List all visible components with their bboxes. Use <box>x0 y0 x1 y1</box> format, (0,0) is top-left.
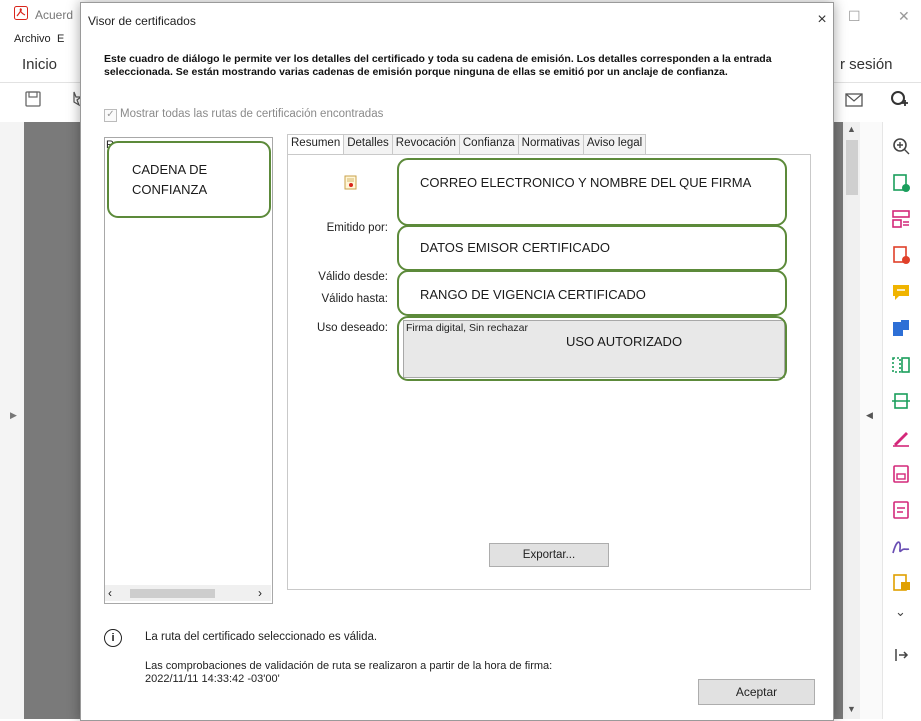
scroll-left-icon[interactable]: ‹ <box>108 586 112 600</box>
tab-confianza[interactable]: Confianza <box>458 134 519 154</box>
email-icon[interactable] <box>845 93 863 107</box>
tab-revocacion[interactable]: Revocación <box>391 134 460 154</box>
scroll-up-icon[interactable]: ▲ <box>847 124 856 134</box>
show-all-routes-checkbox[interactable]: ✓ <box>104 109 117 122</box>
vertical-scrollbar[interactable] <box>843 122 860 719</box>
add-user-icon[interactable] <box>888 90 910 110</box>
combine-files-icon[interactable] <box>890 318 912 340</box>
export-button[interactable]: Exportar... <box>489 543 609 567</box>
tree-scrollbar-thumb[interactable] <box>130 589 215 598</box>
show-all-routes-label: Mostrar todas las rutas de certificación… <box>120 108 384 120</box>
save-icon[interactable] <box>24 90 42 108</box>
scrollbar-thumb[interactable] <box>846 140 858 195</box>
valid-to-label: Válido hasta: <box>321 293 389 305</box>
tab-aviso-legal[interactable]: Aviso legal <box>582 134 647 154</box>
organize-pages-icon[interactable] <box>890 208 912 230</box>
dialog-description: Este cuadro de diálogo le permite ver lo… <box>104 53 772 78</box>
close-window-icon[interactable]: ✕ <box>898 8 910 25</box>
tab-resumen[interactable]: Resumen <box>287 134 345 154</box>
annotation-chain-text: CADENA DE CONFIANZA <box>132 162 208 197</box>
comment-icon[interactable] <box>890 281 912 303</box>
info-icon: i <box>104 629 122 647</box>
sign-in-link[interactable]: r sesión <box>840 56 893 73</box>
path-check-text: Las comprobaciones de validación de ruta… <box>145 660 553 672</box>
valid-from-label: Válido desde: <box>318 271 388 283</box>
scroll-down-icon[interactable]: ▼ <box>847 704 856 714</box>
tab-normativas[interactable]: Normativas <box>517 134 584 154</box>
maximize-icon[interactable]: ☐ <box>848 8 861 25</box>
certificate-icon <box>344 175 357 190</box>
dialog-title: Visor de certificados <box>88 14 196 28</box>
path-check-time: 2022/11/11 14:33:42 -03'00' <box>145 673 280 685</box>
create-pdf-icon[interactable] <box>890 244 912 266</box>
tab-detalles[interactable]: Detalles <box>343 134 393 154</box>
nav-home-tab[interactable]: Inicio <box>22 56 57 73</box>
scroll-right-icon[interactable]: › <box>258 586 262 600</box>
signature-icon[interactable] <box>890 536 912 558</box>
acrobat-logo-icon <box>14 6 28 20</box>
annotation-email-text: CORREO ELECTRONICO Y NOMBRE DEL QUE FIRM… <box>420 175 752 190</box>
compare-icon[interactable] <box>890 354 912 376</box>
accept-button[interactable]: Aceptar <box>698 679 815 705</box>
annotation-issuer-text: DATOS EMISOR CERTIFICADO <box>420 240 610 255</box>
menu-archivo[interactable]: Archivo <box>14 33 51 45</box>
document-area <box>24 122 80 719</box>
tab-bar: Resumen Detalles Revocación Confianza No… <box>287 134 647 154</box>
path-valid-message: La ruta del certificado seleccionado es … <box>145 631 378 643</box>
expand-left-icon[interactable]: ▶ <box>10 410 17 421</box>
collapse-right-icon[interactable]: ◀ <box>866 410 873 421</box>
menu-edicion[interactable]: E <box>57 33 64 45</box>
annotation-email-box <box>397 158 787 226</box>
intended-use-label: Uso deseado: <box>317 322 388 334</box>
zoom-icon[interactable] <box>890 135 912 157</box>
send-comments-icon[interactable] <box>890 572 912 594</box>
annotation-usage-text: USO AUTORIZADO <box>566 334 683 349</box>
fill-sign-icon[interactable] <box>890 426 912 448</box>
scan-icon[interactable] <box>890 390 912 412</box>
prepare-form-icon[interactable] <box>890 499 912 521</box>
collapse-tools-icon[interactable] <box>890 644 912 666</box>
annotation-validity-text: RANGO DE VIGENCIA CERTIFICADO <box>420 287 646 302</box>
protect-icon[interactable] <box>890 463 912 485</box>
export-pdf-icon[interactable] <box>890 172 912 194</box>
close-icon[interactable]: × <box>812 10 832 30</box>
path-check-message: Las comprobaciones de validación de ruta… <box>145 660 685 686</box>
more-tools-icon[interactable]: ⌄ <box>895 604 906 620</box>
issued-by-label: Emitido por: <box>326 222 388 234</box>
app-window-title: Acuerd <box>35 8 74 22</box>
